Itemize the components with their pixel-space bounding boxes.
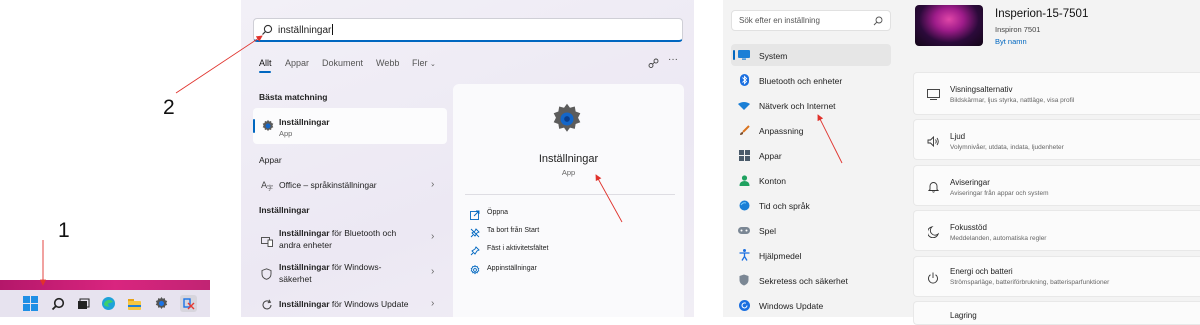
annotation-arrow-2 [175,35,263,94]
annotation-arrow-3 [595,174,623,223]
annotation-arrows-layer [39,35,843,286]
annotation-arrow-4 [817,114,843,164]
